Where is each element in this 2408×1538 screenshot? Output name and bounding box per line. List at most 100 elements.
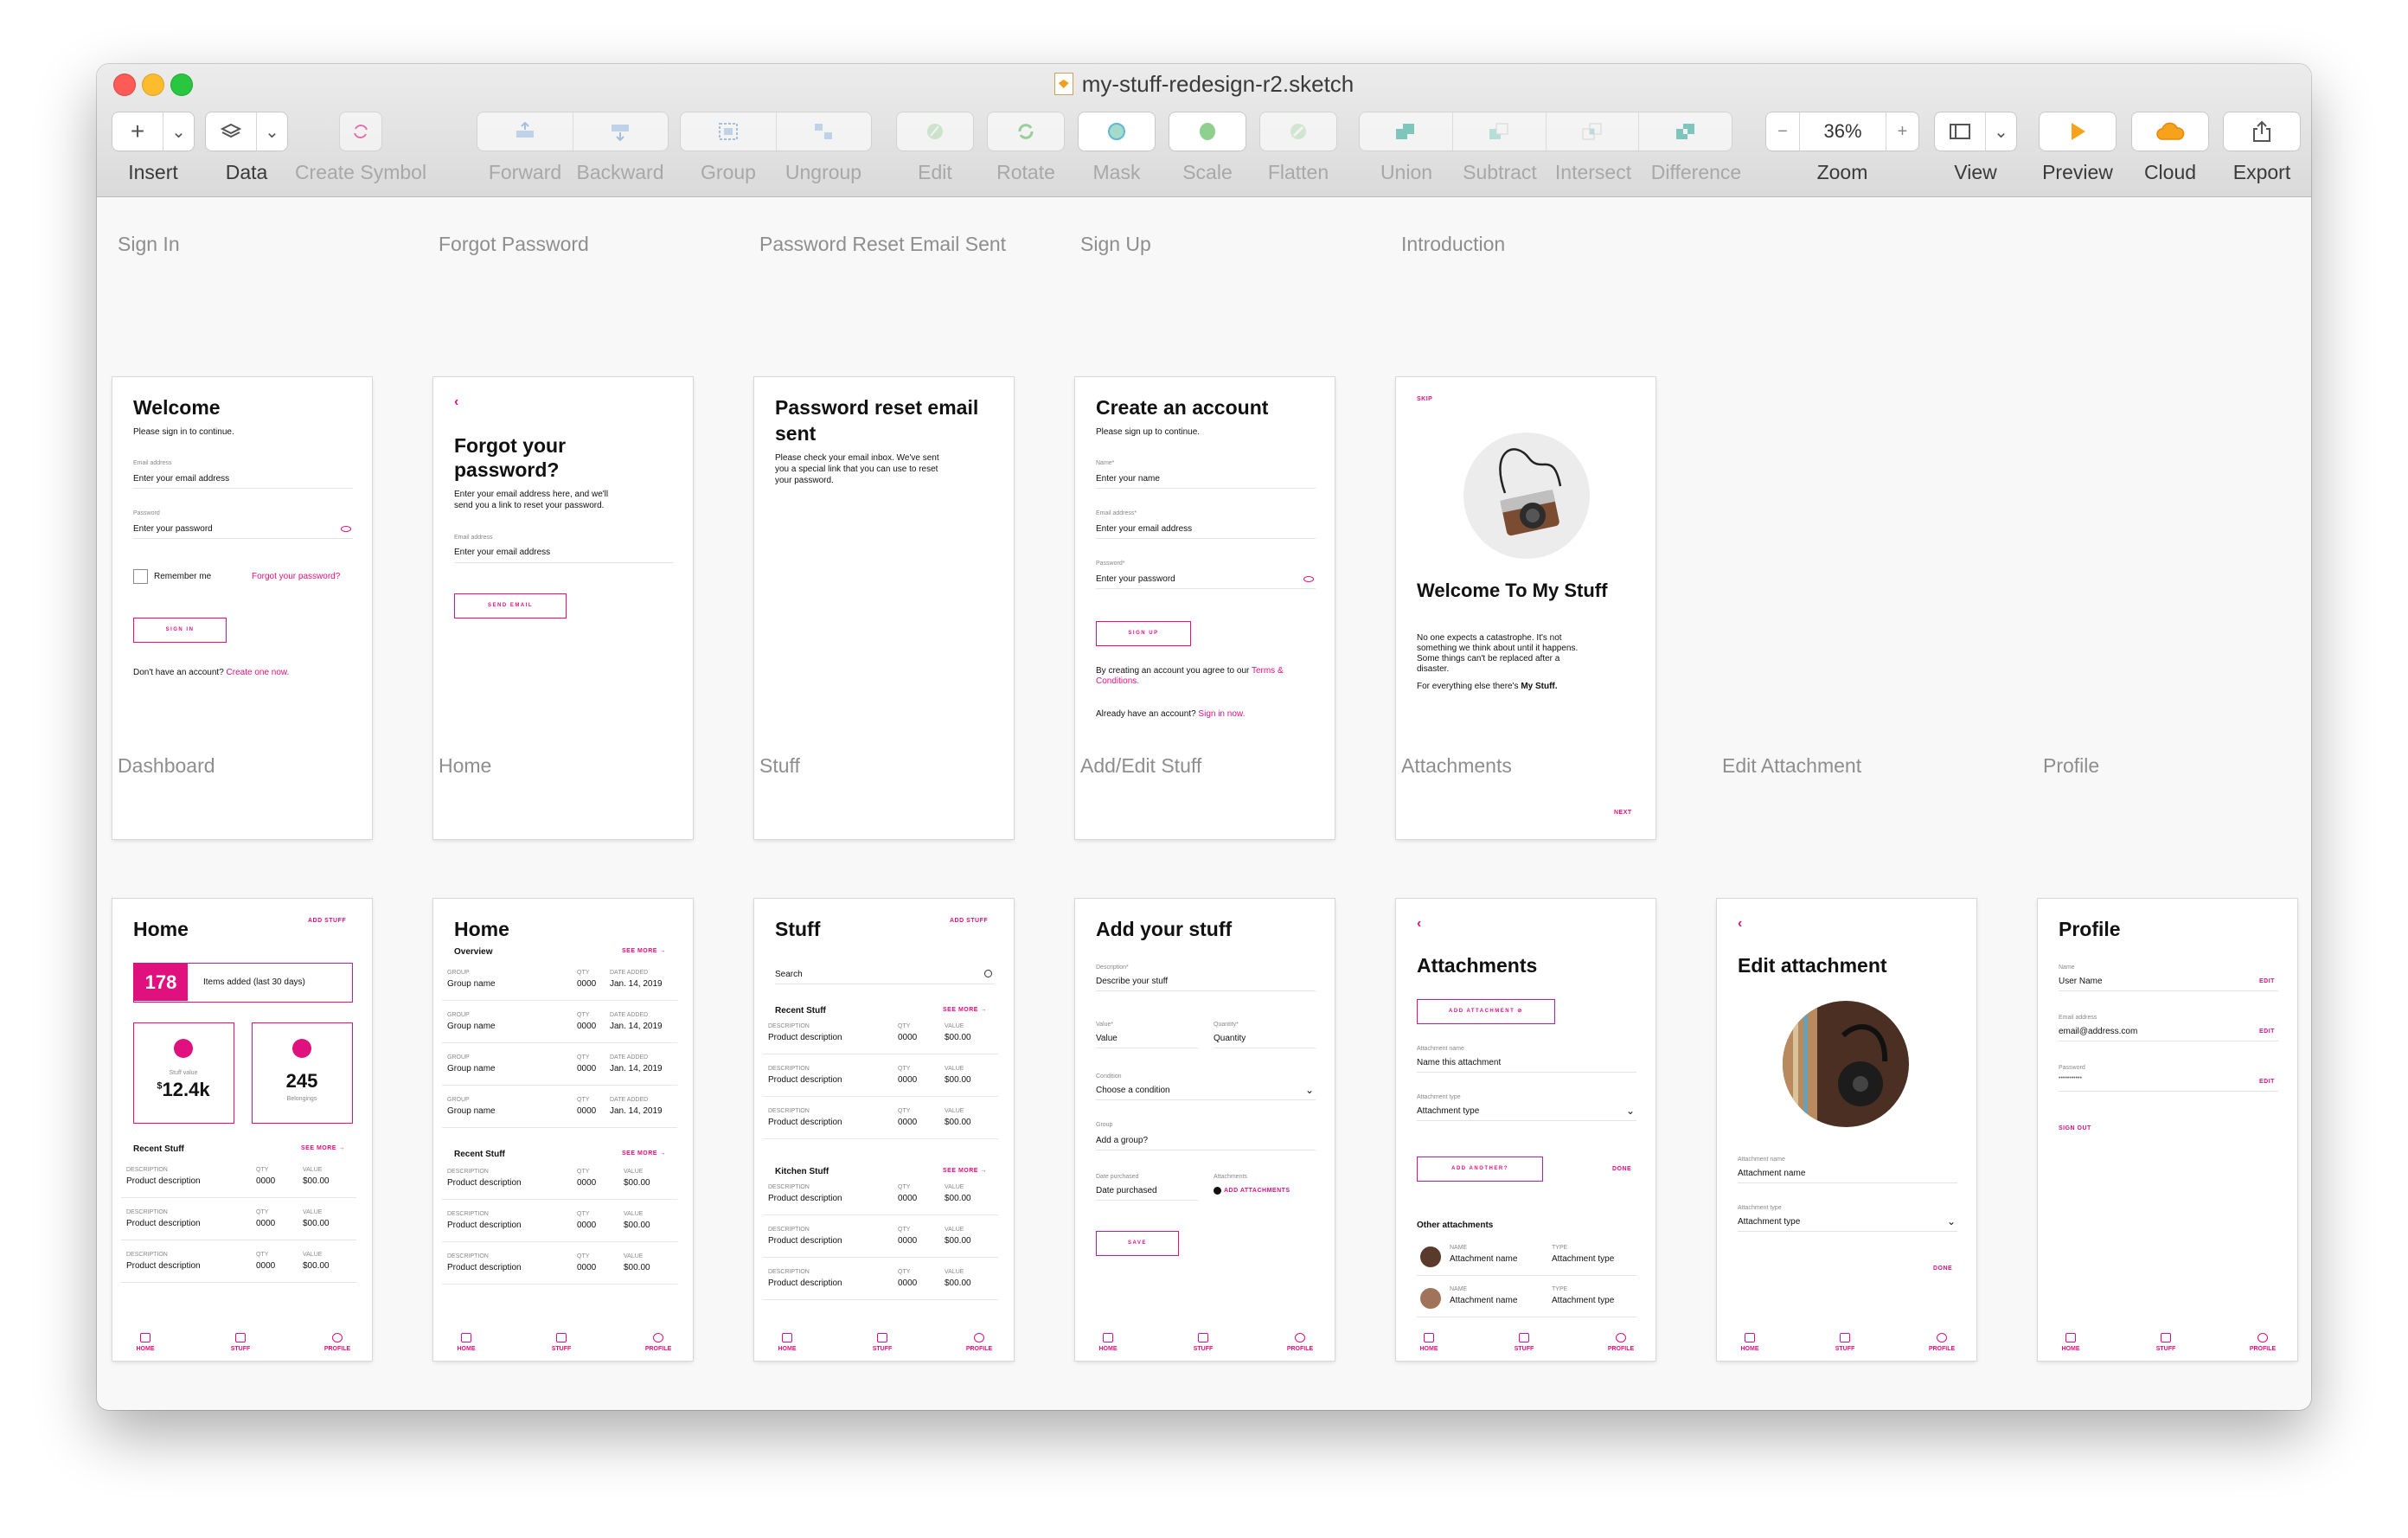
done-link[interactable]: DONE <box>1933 1266 1952 1272</box>
nav-stuff[interactable]: STUFF <box>223 1333 258 1352</box>
artboard-stuff[interactable]: Stuff ADD STUFF Search Recent Stuff SEE … <box>754 899 1014 1361</box>
artboard-label-attachments[interactable]: Attachments <box>1401 754 1512 778</box>
artboard-label-sign-up[interactable]: Sign Up <box>1080 233 1151 256</box>
table-row[interactable]: DESCRIPTION Product description QTY 0000 VAL… <box>763 1059 998 1097</box>
password-field[interactable]: Enter your password <box>1096 574 1175 584</box>
add-attachments-link[interactable]: ADD ATTACHMENTS <box>1224 1188 1290 1194</box>
see-more-link[interactable]: SEE MORE → <box>943 1168 987 1174</box>
table-row[interactable]: DESCRIPTION Product description QTY 0000 VAL… <box>763 1016 998 1054</box>
artboard-label-forgot-password[interactable]: Forgot Password <box>439 233 589 256</box>
email-field[interactable]: Enter your email address <box>1096 524 1192 534</box>
search-input[interactable]: Search <box>775 970 803 979</box>
search-icon[interactable] <box>984 970 992 977</box>
nav-home[interactable]: HOME <box>128 1333 163 1352</box>
stuff-value-card[interactable]: Stuff value $12.4k <box>133 1022 234 1124</box>
artboard-label-sign-in[interactable]: Sign In <box>118 233 180 256</box>
see-more-link[interactable]: SEE MORE → <box>622 948 666 954</box>
chevron-down-icon[interactable]: ⌄ <box>1626 1105 1635 1117</box>
nav-stuff[interactable]: STUFF <box>544 1333 579 1352</box>
sign-in-button[interactable]: SIGN IN <box>133 618 227 643</box>
email-field[interactable]: Enter your email address <box>454 548 550 557</box>
nav-profile[interactable]: PROFILE <box>2245 1333 2280 1352</box>
items-added-card[interactable]: 178 Items added (last 30 days) <box>133 963 353 1003</box>
edit-email-link[interactable]: EDIT <box>2259 1029 2275 1035</box>
nav-stuff[interactable]: STUFF <box>1186 1333 1220 1352</box>
add-another-button[interactable]: ADD ANOTHER? <box>1417 1157 1543 1182</box>
nav-stuff[interactable]: STUFF <box>1828 1333 1862 1352</box>
zoom-in-icon[interactable]: + <box>1886 112 1918 151</box>
artboard-label-stuff[interactable]: Stuff <box>759 754 800 778</box>
zoom-out-icon[interactable]: − <box>1766 112 1799 151</box>
artboard-label-edit-attachment[interactable]: Edit Attachment <box>1722 754 1861 778</box>
see-more-link[interactable]: SEE MORE → <box>301 1145 345 1151</box>
artboard-dashboard[interactable]: Home ADD STUFF 178 Items added (last 30 … <box>112 899 372 1361</box>
eye-icon[interactable] <box>341 526 351 532</box>
value-field[interactable]: Value <box>1096 1034 1118 1043</box>
add-stuff-link[interactable]: ADD STUFF <box>308 918 346 924</box>
nav-home[interactable]: HOME <box>1412 1333 1446 1352</box>
attachment-type-select[interactable]: Attachment type <box>1417 1106 1479 1116</box>
flatten-button[interactable] <box>1260 112 1336 151</box>
name-field[interactable]: Enter your name <box>1096 474 1160 484</box>
table-row[interactable]: DESCRIPTION Product description QTY 0000 VAL… <box>763 1262 998 1300</box>
forgot-password-link[interactable]: Forgot your password? <box>252 572 340 581</box>
eye-icon[interactable] <box>1303 576 1314 582</box>
nav-home[interactable]: HOME <box>2053 1333 2088 1352</box>
nav-profile[interactable]: PROFILE <box>1283 1333 1317 1352</box>
arrange-buttons[interactable] <box>477 112 668 151</box>
mask-button[interactable] <box>1079 112 1155 151</box>
table-row[interactable]: DESCRIPTION Product description QTY 0000 VAL… <box>442 1162 677 1200</box>
chevron-down-icon[interactable]: ⌄ <box>1947 1215 1956 1227</box>
edit-password-link[interactable]: EDIT <box>2259 1079 2275 1085</box>
artboard-profile[interactable]: Profile Name User Name EDIT Email addres… <box>2038 899 2297 1361</box>
skip-link[interactable]: SKIP <box>1417 396 1432 402</box>
belongings-card[interactable]: 245 Belongings <box>252 1022 353 1124</box>
nav-profile[interactable]: PROFILE <box>320 1333 355 1352</box>
attachment-name-field[interactable]: Name this attachment <box>1417 1058 1501 1067</box>
table-row[interactable]: DESCRIPTION Product description QTY 0000 VAL… <box>121 1202 356 1240</box>
password-field[interactable]: Enter your password <box>133 524 213 534</box>
sign-out-link[interactable]: SIGN OUT <box>2059 1125 2091 1131</box>
zoom-control[interactable]: − 36% + <box>1766 112 1918 151</box>
table-row[interactable]: DESCRIPTION Product description QTY 0000 VAL… <box>121 1245 356 1283</box>
boolean-buttons[interactable] <box>1360 112 1732 151</box>
nav-profile[interactable]: PROFILE <box>641 1333 676 1352</box>
description-field[interactable]: Describe your stuff <box>1096 977 1168 986</box>
table-row[interactable]: DESCRIPTION Product description QTY 0000 VAL… <box>121 1160 356 1198</box>
nav-home[interactable]: HOME <box>449 1333 484 1352</box>
add-attachment-button[interactable]: ADD ATTACHMENT ⊘ <box>1417 999 1555 1024</box>
table-row[interactable]: DESCRIPTION Product description QTY 0000 VAL… <box>442 1204 677 1242</box>
create-symbol-button[interactable] <box>340 112 381 151</box>
artboard-label-introduction[interactable]: Introduction <box>1401 233 1505 256</box>
artboard-attachments[interactable]: ‹ Attachments ADD ATTACHMENT ⊘ Attachmen… <box>1396 899 1656 1361</box>
cloud-button[interactable] <box>2132 112 2208 151</box>
nav-profile[interactable]: PROFILE <box>1604 1333 1638 1352</box>
remember-checkbox[interactable] <box>133 569 148 584</box>
condition-select[interactable]: Choose a condition <box>1096 1086 1170 1095</box>
back-chevron-icon[interactable]: ‹ <box>454 394 458 410</box>
table-row[interactable]: DESCRIPTION Product description QTY 0000 VAL… <box>442 1246 677 1285</box>
terms-link-cont[interactable]: Conditions. <box>1096 676 1139 686</box>
send-email-button[interactable]: SEND EMAIL <box>454 593 567 618</box>
artboard-label-profile[interactable]: Profile <box>2043 754 2099 778</box>
create-account-link[interactable]: Create one now. <box>227 668 290 677</box>
view-button[interactable]: ⌄ <box>1935 112 2016 151</box>
back-chevron-icon[interactable]: ‹ <box>1417 916 1421 932</box>
data-button[interactable]: ⌄ <box>206 112 287 151</box>
artboard-home[interactable]: Home Overview SEE MORE → GROUP Group name… <box>433 899 693 1361</box>
artboard-label-home[interactable]: Home <box>439 754 491 778</box>
artboard-edit-attachment[interactable]: ‹ Edit attachment Attachment name Attach… <box>1717 899 1976 1361</box>
nav-home[interactable]: HOME <box>770 1333 804 1352</box>
artboard-label-dashboard[interactable]: Dashboard <box>118 754 215 778</box>
sign-up-button[interactable]: SIGN UP <box>1096 621 1191 646</box>
attachment-row[interactable]: NAME Attachment name TYPE Attachment typ… <box>1417 1279 1636 1317</box>
artboard-label-add-edit[interactable]: Add/Edit Stuff <box>1080 754 1201 778</box>
email-field[interactable]: Enter your email address <box>133 474 229 484</box>
attachment-name-field[interactable]: Attachment name <box>1738 1169 1805 1178</box>
group-row[interactable]: GROUP Group name QTY 0000 DATE ADDED Jan. 14,… <box>442 963 677 1001</box>
table-row[interactable]: DESCRIPTION Product description QTY 0000 VAL… <box>763 1220 998 1258</box>
export-button[interactable] <box>2224 112 2300 151</box>
group-buttons[interactable] <box>681 112 871 151</box>
attachment-type-select[interactable]: Attachment type <box>1738 1217 1800 1227</box>
terms-link[interactable]: Terms & <box>1252 666 1284 676</box>
